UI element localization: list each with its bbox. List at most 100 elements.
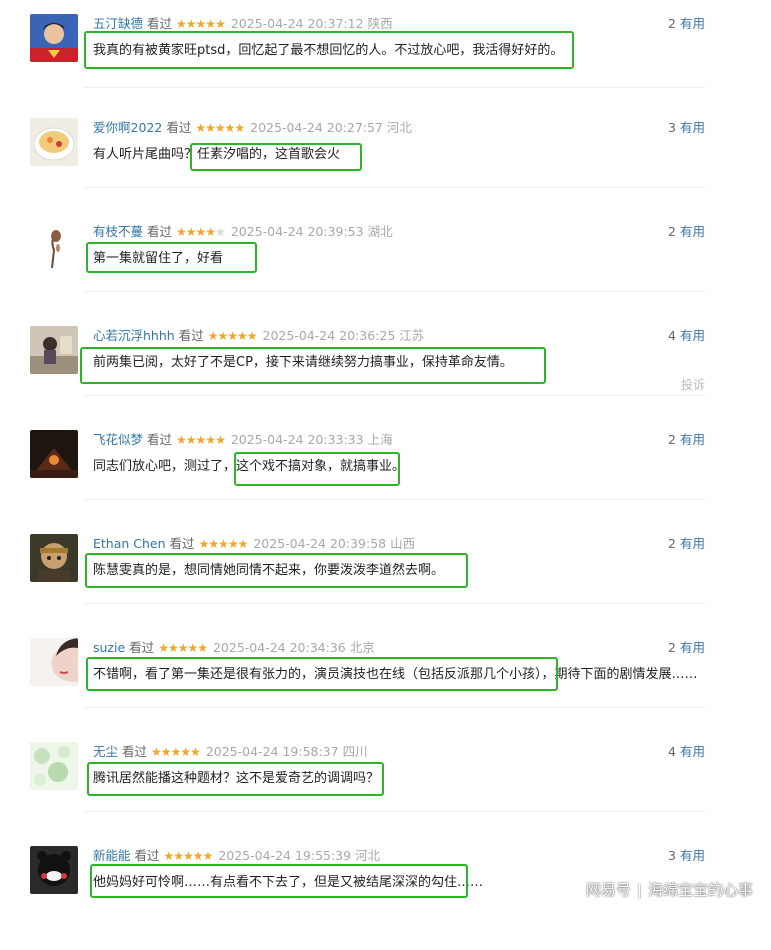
comment-time: 2025-04-24 20:33:33 (230, 432, 364, 447)
rating-stars: ★★★★★ (195, 121, 245, 135)
comment-time: 2025-04-24 19:55:39 (218, 848, 352, 863)
comment-location: 北京 (349, 640, 375, 655)
comment-meta: 无尘 看过 ★★★★★ 2025-04-24 19:58:37 四川 (93, 743, 368, 761)
username-link[interactable]: 飞花似梦 (93, 432, 143, 447)
useful-button[interactable]: 有用 (680, 328, 705, 343)
seen-label: 看过 (166, 120, 192, 135)
rating-stars: ★★★★★ (176, 433, 226, 447)
divider (85, 87, 705, 88)
comment-meta: 心若沉浮hhhh 看过 ★★★★★ 2025-04-24 20:36:25 江苏 (93, 327, 424, 345)
rating-stars: ★★★★★ (198, 537, 249, 551)
useful-button[interactable]: 有用 (680, 432, 705, 447)
highlight-box (234, 452, 400, 486)
avatar[interactable] (30, 14, 78, 62)
comment-time: 2025-04-24 20:34:36 (212, 640, 346, 655)
avatar[interactable] (30, 534, 78, 582)
comment-time: 2025-04-24 20:39:58 (253, 536, 387, 551)
comment-time: 2025-04-24 20:37:12 (230, 16, 364, 31)
rating-stars: ★★★★★ (207, 329, 258, 343)
username-link[interactable]: suzie (93, 640, 125, 655)
seen-label: 看过 (178, 328, 204, 343)
comment-meta: Ethan Chen 看过 ★★★★★ 2025-04-24 20:39:58 山西 (93, 535, 415, 553)
useful-vote: 2 有用 (668, 15, 705, 33)
highlight-box (86, 242, 257, 273)
seen-label: 看过 (134, 848, 160, 863)
seen-label: 看过 (147, 16, 173, 31)
vote-count: 2 (668, 432, 676, 447)
useful-button[interactable]: 有用 (680, 536, 705, 551)
highlight-box (84, 31, 574, 69)
vote-count: 4 (668, 328, 676, 343)
comment-location: 四川 (342, 744, 368, 759)
seen-label: 看过 (147, 432, 173, 447)
comment-meta: 飞花似梦 看过 ★★★★★ 2025-04-24 20:33:33 上海 (93, 431, 393, 449)
comment-location: 上海 (367, 432, 393, 447)
useful-button[interactable]: 有用 (680, 640, 705, 655)
report-link[interactable]: 投诉 (681, 376, 705, 393)
username-link[interactable]: Ethan Chen (93, 536, 166, 551)
username-link[interactable]: 有枝不蔓 (93, 224, 143, 239)
useful-button[interactable]: 有用 (680, 224, 705, 239)
rating-stars: ★★★★★ (176, 225, 226, 239)
highlight-box (86, 657, 558, 691)
rating-stars: ★★★★★ (158, 641, 208, 655)
comment-meta: suzie 看过 ★★★★★ 2025-04-24 20:34:36 北京 (93, 639, 375, 657)
highlight-box (190, 143, 362, 171)
watermark-author: 海绵宝宝的心事 (647, 881, 753, 899)
avatar[interactable] (30, 430, 78, 478)
useful-button[interactable]: 有用 (680, 16, 705, 31)
avatar[interactable] (30, 326, 78, 374)
username-link[interactable]: 爱你啊2022 (93, 120, 162, 135)
vote-count: 2 (668, 16, 676, 31)
useful-vote: 3 有用 (668, 119, 705, 137)
comment-time: 2025-04-24 20:36:25 (262, 328, 396, 343)
comment-meta: 爱你啊2022 看过 ★★★★★ 2025-04-24 20:27:57 河北 (93, 119, 412, 137)
comment-location: 湖北 (367, 224, 393, 239)
avatar[interactable] (30, 742, 78, 790)
comment-item: 无尘 看过 ★★★★★ 2025-04-24 19:58:37 四川 4 有用 腾讯居然能… (0, 742, 771, 846)
comment-time: 2025-04-24 20:27:57 (250, 120, 383, 135)
vote-count: 2 (668, 640, 676, 655)
divider (85, 811, 705, 812)
comment-location: 陕西 (367, 16, 393, 31)
vote-count: 3 (668, 848, 676, 863)
highlight-box (85, 553, 468, 588)
username-link[interactable]: 新能能 (93, 848, 131, 863)
vote-count: 2 (668, 224, 676, 239)
avatar[interactable] (30, 638, 78, 686)
comment-location: 山西 (390, 536, 416, 551)
comment-location: 河北 (355, 848, 381, 863)
comment-item: 爱你啊2022 看过 ★★★★★ 2025-04-24 20:27:57 河北 3 有用 … (0, 118, 771, 222)
seen-label: 看过 (147, 224, 173, 239)
comment-item: 心若沉浮hhhh 看过 ★★★★★ 2025-04-24 20:36:25 江苏 4 有用… (0, 326, 771, 430)
username-link[interactable]: 心若沉浮hhhh (93, 328, 175, 343)
rating-stars: ★★★★★ (151, 745, 201, 759)
useful-vote: 2 有用 (668, 639, 705, 657)
useful-button[interactable]: 有用 (680, 848, 705, 863)
divider (85, 187, 705, 188)
divider (85, 395, 705, 396)
divider (85, 499, 705, 500)
useful-vote: 3 有用 (668, 847, 705, 865)
useful-vote: 2 有用 (668, 431, 705, 449)
useful-vote: 4 有用 (668, 327, 705, 345)
comment-location: 江苏 (399, 328, 425, 343)
useful-vote: 2 有用 (668, 535, 705, 553)
comment-time: 2025-04-24 20:39:53 (230, 224, 364, 239)
avatar[interactable] (30, 222, 78, 270)
useful-button[interactable]: 有用 (680, 120, 705, 135)
comment-item: 五汀缺德 看过 ★★★★★ 2025-04-24 20:37:12 陕西 2 有用 我真的… (0, 14, 771, 118)
username-link[interactable]: 五汀缺德 (93, 16, 143, 31)
comment-item: Ethan Chen 看过 ★★★★★ 2025-04-24 20:39:58 山西 2… (0, 534, 771, 638)
useful-vote: 2 有用 (668, 223, 705, 241)
comment-time: 2025-04-24 19:58:37 (205, 744, 339, 759)
useful-button[interactable]: 有用 (680, 744, 705, 759)
rating-stars: ★★★★★ (163, 849, 214, 863)
avatar[interactable] (30, 846, 78, 894)
highlight-box (80, 347, 546, 384)
seen-label: 看过 (122, 744, 148, 759)
avatar[interactable] (30, 118, 78, 166)
comment-item: 飞花似梦 看过 ★★★★★ 2025-04-24 20:33:33 上海 2 有用 同志们… (0, 430, 771, 534)
divider (85, 291, 705, 292)
username-link[interactable]: 无尘 (93, 744, 118, 759)
